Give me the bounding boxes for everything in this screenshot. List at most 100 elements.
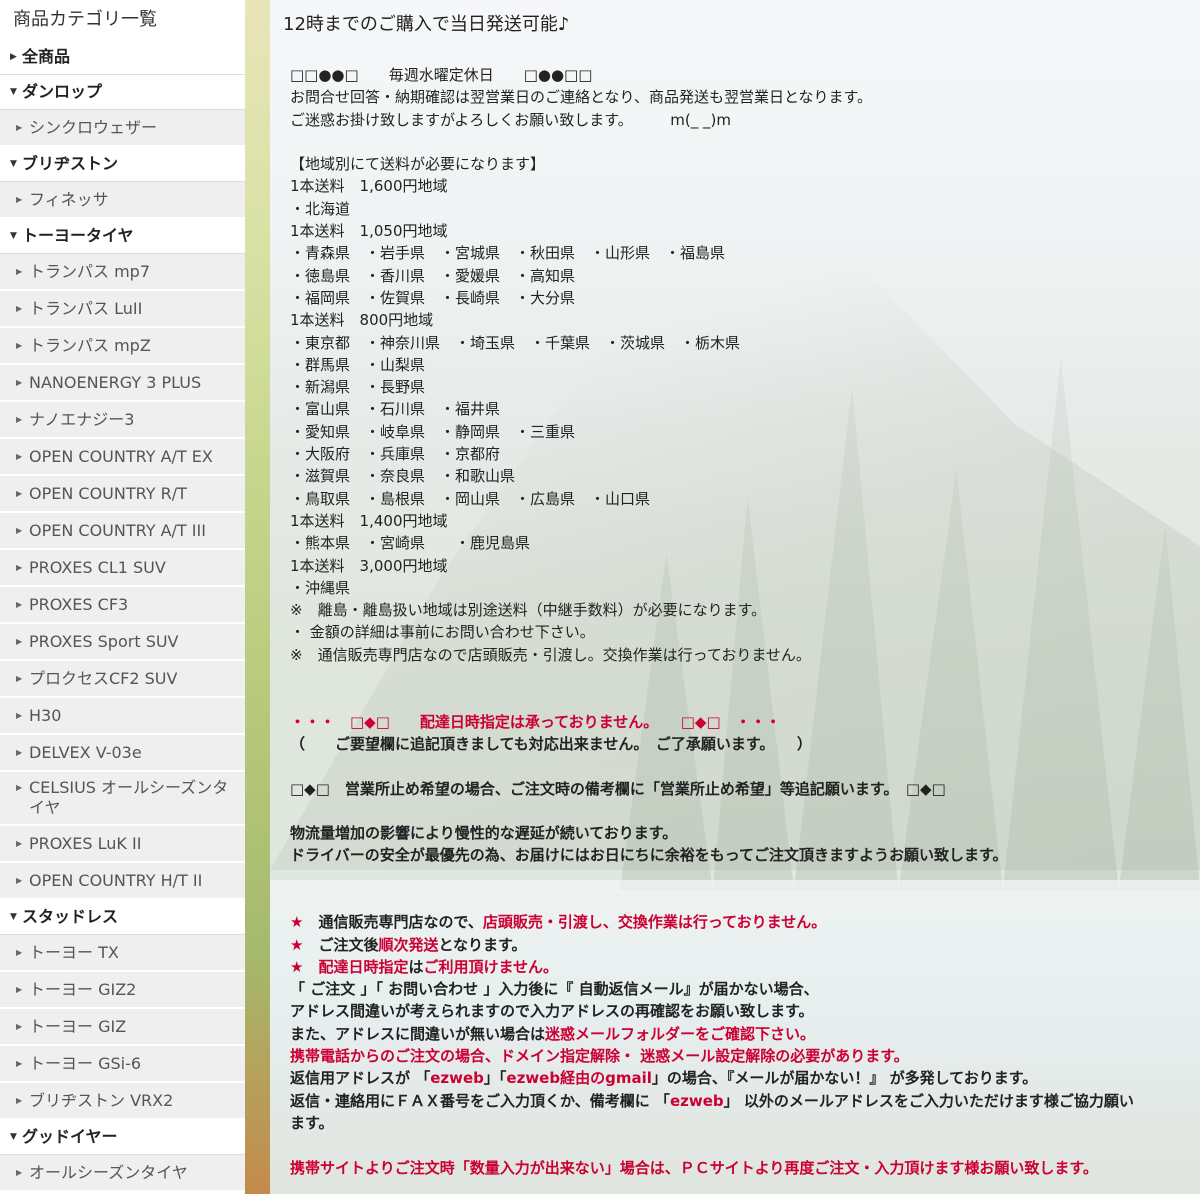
notice-text: ・群馬県 ・山梨県 [290,355,426,374]
category-list: ▶ 全商品 ▼ ダンロップ ▶ シンクロウェザー ▼ ブリヂストン ▶ フィネッサ ▼ トーヨータイヤ… [0,40,245,1192]
notice-text: 通信販売専門店なので、 [318,913,483,932]
notice-text: お問合せ回答・納期確認は翌営業日のご連絡となり、商品発送も翌営業日となります。 [290,88,873,107]
category-item[interactable]: ▼ トーヨータイヤ [0,219,245,254]
highlight-text: 配達日時指定 [318,957,409,976]
caret-right-icon: ▶ [16,378,23,387]
caret-right-icon: ▶ [16,123,23,132]
notice-line: （ ご要望欄に追記頂きましても対応出来ません。 ご了承願います。 ） [290,733,1188,755]
subcategory-item[interactable]: ▶ トランパス mpZ [0,328,245,365]
subcategory-item[interactable]: ▶ トーヨー GIZ [0,1009,245,1046]
highlight-text: ・・・ □◆□ 配達日時指定は承っておりません。 □◆□ ・・・ [290,712,781,731]
notice-text: ・北海道 [290,199,351,218]
category-item[interactable]: ▼ ダンロップ [0,75,245,110]
category-item[interactable]: ▼ スタッドレス [0,900,245,935]
subcategory-item[interactable]: ▶ オールシーズンタイヤ [0,1155,245,1192]
subcategory-item[interactable]: ▶ トーヨー GIZ2 [0,972,245,1009]
category-item[interactable]: ▶ 全商品 [0,40,245,75]
subcategory-item[interactable]: ▶ ブリヂストン VRX2 [0,1083,245,1120]
category-item[interactable]: ▼ グッドイヤー [0,1120,245,1155]
notice-text: 1本送料 800円地域 [290,311,434,330]
subcategory-item[interactable]: ▶ ナノエナジー3 [0,402,245,439]
notice-line: ・大阪府 ・兵庫県 ・京都府 [290,443,1188,465]
highlight-text: ezweb経由のgmail [506,1069,652,1088]
caret-down-icon: ▼ [10,912,17,922]
category-label: トーヨー GIZ [29,1017,127,1036]
notice-line: また、アドレスに間違いが無い場合は迷惑メールフォルダーをご確認下さい。 [290,1023,1188,1045]
category-label: OPEN COUNTRY H/T II [29,871,203,890]
notice-text: ・富山県 ・石川県 ・福井県 [290,400,501,419]
notice-text: また、アドレスに間違いが無い場合は [290,1024,546,1043]
caret-right-icon: ▶ [16,563,23,572]
notice-line: 返信・連絡用にＦＡＸ番号をご入力頂くか、備考欄に 「ezweb」 以外のメールア… [290,1090,1188,1112]
highlight-text: ★ [290,935,319,954]
subcategory-item[interactable]: ▶ シンクロウェザー [0,110,245,147]
notice-text: 【地域別にて送料が必要になります】 [290,155,546,174]
subcategory-item[interactable]: ▶ OPEN COUNTRY A/T III [0,513,245,550]
subcategory-item[interactable]: ▶ NANOENERGY 3 PLUS [0,365,245,402]
notice-text: 」「 [483,1069,507,1088]
highlight-text: ezweb [669,1091,724,1110]
category-label: OPEN COUNTRY A/T III [29,521,206,540]
notice-text: 」 以外のメールアドレスをご入力いただけます様ご協力願い [723,1091,1134,1110]
notice-line: ・北海道 [290,198,1188,220]
subcategory-item[interactable]: ▶ PROXES LuK II [0,826,245,863]
notice-text: 1本送料 1,400円地域 [290,511,448,530]
subcategory-item[interactable]: ▶ PROXES CF3 [0,587,245,624]
subcategory-item[interactable]: ▶ PROXES CL1 SUV [0,550,245,587]
notice-text: となります。 [438,935,527,954]
notice-text: ・滋賀県 ・奈良県 ・和歌山県 [290,467,516,486]
category-item[interactable]: ▼ ブリヂストン [0,147,245,182]
category-label: プロクセスCF2 SUV [29,669,178,688]
category-label: PROXES CF3 [29,595,129,614]
subcategory-item[interactable]: ▶ PROXES Sport SUV [0,624,245,661]
notice-line: 1本送料 800円地域 [290,309,1188,331]
notice-line: ★ 通信販売専門店なので、店頭販売・引渡し、交換作業は行っておりません。 [290,911,1188,933]
subcategory-item[interactable]: ▶ OPEN COUNTRY H/T II [0,863,245,900]
category-label: PROXES CL1 SUV [29,558,166,577]
notice-text: ・熊本県 ・宮崎県 ・鹿児島県 [290,534,531,553]
category-label: トーヨー TX [29,943,119,962]
notice-text: ドライバーの安全が最優先の為、お届けにはお日にちに余裕をもってご注文頂きますよう… [290,846,1008,865]
caret-right-icon: ▶ [16,674,23,683]
notice-line: ・群馬県 ・山梨県 [290,354,1188,376]
category-label: シンクロウェザー [29,118,158,137]
category-label: トーヨータイヤ [22,226,134,245]
notice-text: ※ 通信販売専門店なので店頭販売・引渡し。交換作業は行っておりません。 [290,645,811,664]
subcategory-item[interactable]: ▶ OPEN COUNTRY A/T EX [0,439,245,476]
highlight-text: 迷惑メールフォルダーをご確認下さい。 [545,1024,816,1043]
subcategory-item[interactable]: ▶ CELSIUS オールシーズンタイヤ [0,772,245,826]
subcategory-item[interactable]: ▶ フィネッサ [0,182,245,219]
caret-right-icon: ▶ [16,748,23,757]
notice-line: ★ ご注文後順次発送となります。 [290,934,1188,956]
subcategory-item[interactable]: ▶ トランパス mp7 [0,254,245,291]
subcategory-item[interactable]: ▶ トーヨー GSi-6 [0,1046,245,1083]
notice-line: ・愛知県 ・岐阜県 ・静岡県 ・三重県 [290,421,1188,443]
category-label: スタッドレス [22,907,119,926]
category-label: ブリヂストン [22,154,119,173]
notice-block: □□●●□ 毎週水曜定休日 □●●□□ お問合せ回答・納期確認は翌営業日のご連絡と… [283,64,1188,1179]
subcategory-item[interactable]: ▶ トーヨー TX [0,935,245,972]
caret-right-icon: ▶ [16,526,23,535]
category-label: ダンロップ [22,82,103,101]
caret-right-icon: ▶ [16,783,23,792]
subcategory-item[interactable]: ▶ H30 [0,698,245,735]
notice-text: （ ご要望欄に追記頂きましても対応出来ません。 ご了承願います。 ） [290,734,812,753]
notice-text: ます。 [290,1113,334,1132]
subcategory-item[interactable]: ▶ プロクセスCF2 SUV [0,661,245,698]
subcategory-item[interactable]: ▶ DELVEX V-03e [0,735,245,772]
category-label: OPEN COUNTRY R/T [29,484,187,503]
caret-right-icon: ▶ [16,948,23,957]
notice-text: ご注文後 [318,935,379,954]
notice-line: ご迷惑お掛け致しますがよろしくお願い致します。 m(_ _)m [290,109,1188,131]
notice-text: 1本送料 3,000円地域 [290,556,448,575]
notice-line: ・青森県 ・岩手県 ・宮城県 ・秋田県 ・山形県 ・福島県 [290,242,1188,264]
subcategory-item[interactable]: ▶ トランパス LuII [0,291,245,328]
caret-right-icon: ▶ [16,452,23,461]
caret-right-icon: ▶ [16,489,23,498]
notice-line: ・鳥取県 ・島根県 ・岡山県 ・広島県 ・山口県 [290,488,1188,510]
notice-text: ・鳥取県 ・島根県 ・岡山県 ・広島県 ・山口県 [290,489,651,508]
notice-line: 1本送料 1,400円地域 [290,510,1188,532]
subcategory-item[interactable]: ▶ OPEN COUNTRY R/T [0,476,245,513]
caret-right-icon: ▶ [16,985,23,994]
